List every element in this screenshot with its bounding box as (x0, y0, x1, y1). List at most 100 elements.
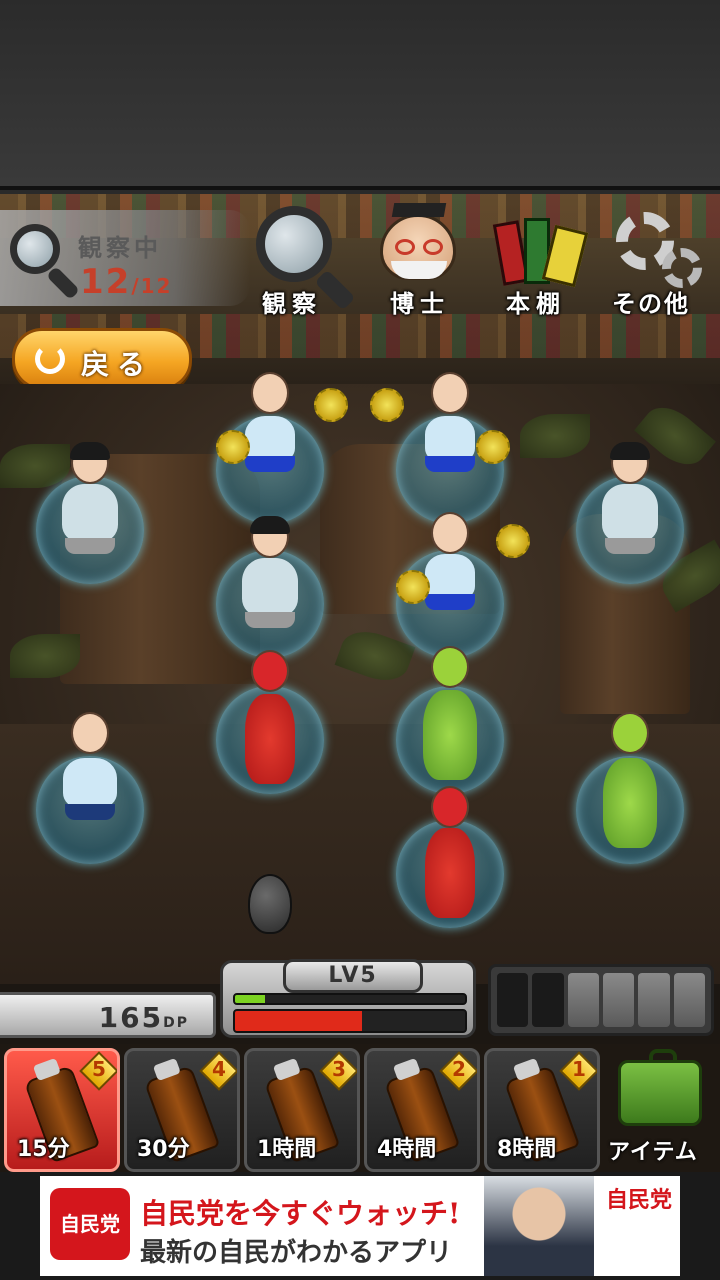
books-icon (492, 212, 589, 288)
pompom (496, 524, 530, 558)
observing-total: /12 (131, 274, 173, 298)
creature-body (242, 558, 298, 616)
item-drink-4[interactable]: 2 4時間 (364, 1048, 480, 1172)
dp-value: 165DP (98, 1001, 189, 1034)
nav-observe-button[interactable]: 観察 (250, 200, 358, 320)
level-panel: LV5 (220, 959, 476, 1038)
item-duration: 30分 (137, 1137, 190, 1162)
top-blank-area (0, 0, 720, 190)
creature-head (611, 712, 649, 754)
creature-head (251, 372, 289, 414)
creature-skirt (65, 804, 115, 820)
item-box-button[interactable]: アイテム (604, 1048, 720, 1172)
creature-skirt (245, 456, 295, 472)
creature-sailor[interactable] (36, 712, 144, 876)
item-count: 4 (212, 1057, 226, 1081)
pompom (216, 430, 250, 464)
pompom (476, 430, 510, 464)
creature-head (431, 646, 469, 688)
creature-strawberry[interactable] (216, 650, 324, 806)
level-tab: LV5 (283, 959, 423, 993)
item-drink-3[interactable]: 3 1時間 (244, 1048, 360, 1172)
item-drink-1[interactable]: 5 15分 (4, 1048, 120, 1172)
ad-logo: 自民党 (50, 1188, 130, 1260)
ad-brand: 自民党 (605, 1188, 672, 1213)
nav-professor-label: 博士 (390, 290, 450, 318)
dp-counter: 165DP (0, 992, 216, 1038)
progress-slot (602, 973, 635, 1027)
toolbox-icon (618, 1049, 702, 1126)
item-duration: 8時間 (497, 1137, 557, 1162)
observing-label: 観察中 (78, 234, 162, 262)
creature-head (610, 442, 650, 484)
item-drink-5[interactable]: 1 8時間 (484, 1048, 600, 1172)
leaf-decoration (10, 634, 80, 678)
observation-field (0, 384, 720, 984)
gears-icon (612, 208, 708, 288)
creature-body (603, 758, 657, 848)
back-button-label: 戻る (81, 348, 154, 381)
nav-other-label: その他 (612, 290, 690, 318)
creature-head (431, 372, 469, 414)
creature-body (245, 694, 295, 784)
creature-skirt (425, 456, 475, 472)
item-count: 1 (572, 1057, 586, 1081)
creature-strawberry[interactable] (396, 786, 504, 940)
creature-melon[interactable] (576, 712, 684, 876)
creature-skirt (245, 612, 295, 628)
nav-observe-label: 観察 (262, 290, 322, 318)
egg[interactable] (248, 874, 292, 934)
xp-bar-fill (235, 995, 265, 1003)
creature-head (251, 650, 289, 692)
creature-skirt (65, 538, 115, 554)
back-arrow-icon (35, 344, 65, 374)
progress-slot (567, 973, 599, 1027)
creature-body (425, 828, 475, 918)
ad-headline: 自民党を今すぐウォッチ! (140, 1197, 461, 1230)
ad-photo (484, 1176, 594, 1276)
creature-head (431, 512, 469, 554)
pompom (396, 570, 430, 604)
observing-counter: 観察中 12/12 (0, 210, 250, 306)
pompom (314, 388, 348, 422)
level-label: LV5 (328, 963, 378, 988)
creature-body (423, 690, 477, 780)
creature-skirt (425, 594, 475, 610)
creature-body (63, 758, 117, 808)
back-button[interactable]: 戻る (12, 328, 192, 390)
creature-body (62, 484, 118, 542)
progress-slot (673, 973, 705, 1027)
creature-schoolboy[interactable] (576, 442, 684, 596)
item-duration: 15分 (17, 1137, 70, 1162)
magnifier-icon (10, 224, 60, 274)
creature-skirt (605, 538, 655, 554)
observing-count: 12/12 (80, 262, 173, 302)
item-drink-2[interactable]: 4 30分 (124, 1048, 240, 1172)
nav-bookshelf-label: 本棚 (506, 290, 566, 318)
magnifier-icon (256, 206, 332, 282)
creature-schoolboy[interactable] (36, 442, 144, 596)
nav-professor-button[interactable]: 博士 (368, 200, 478, 320)
item-count: 2 (452, 1057, 466, 1081)
creature-head (250, 516, 290, 558)
growth-bar (233, 1009, 467, 1033)
dp-unit: DP (163, 1015, 189, 1031)
ad-banner-area: 自民党 自民党を今すぐウォッチ! 最新の自民がわかるアプリ 自民党 (0, 1172, 720, 1280)
progress-slot (638, 973, 670, 1027)
magnifier-handle (46, 266, 80, 300)
item-count: 5 (92, 1057, 106, 1081)
professor-icon (380, 203, 456, 280)
xp-bar (233, 993, 467, 1005)
creature-head (70, 442, 110, 484)
creature-head (71, 712, 109, 754)
creature-head (431, 786, 469, 828)
nav-bookshelf-button[interactable]: 本棚 (488, 200, 598, 320)
ad-banner[interactable]: 自民党 自民党を今すぐウォッチ! 最新の自民がわかるアプリ 自民党 (40, 1176, 680, 1276)
item-duration: 4時間 (377, 1137, 437, 1162)
growth-bar-fill (235, 1011, 362, 1031)
ad-subline: 最新の自民がわかるアプリ (140, 1238, 453, 1268)
progress-slot (532, 973, 564, 1027)
leaf-decoration (520, 414, 590, 458)
pompom (370, 388, 404, 422)
nav-other-button[interactable]: その他 (604, 200, 716, 320)
